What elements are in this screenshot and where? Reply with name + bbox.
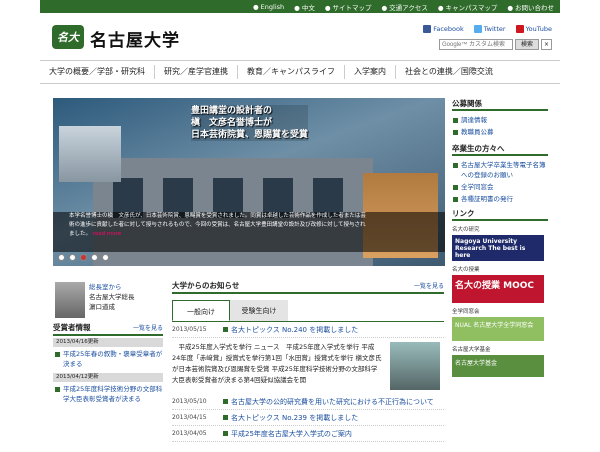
tab-applicants[interactable]: 受験生向け bbox=[230, 300, 288, 321]
news-row: 2013/05/10 名古屋大学の公的研究費を用いた研究における不正行為について bbox=[172, 394, 444, 410]
hero-description: 本学名誉博士の槇 文彦氏が、日本芸術院賞、恩賜賞を受賞されました。同賞は卓越した… bbox=[69, 213, 366, 237]
banner-label: 名大の授業 bbox=[452, 267, 480, 273]
slide-dot[interactable] bbox=[102, 254, 109, 261]
award-item[interactable]: 平成25年春の叙勲・褒章受章者が決まる bbox=[53, 347, 163, 371]
award-date: 2013/04/12更新 bbox=[53, 373, 163, 382]
hero-caption: 豊田講堂の設計者の 槇 文彦名誉博士が 日本芸術院賞、恩賜賞を受賞 bbox=[191, 105, 309, 141]
hero-slideshow[interactable]: 豊田講堂の設計者の 槇 文彦名誉博士が 日本芸術院賞、恩賜賞を受賞 本学名誉博士… bbox=[53, 98, 445, 266]
globe-icon: ● bbox=[294, 3, 300, 12]
news-link[interactable]: 平成25年度名古屋大学入学式のご案内 bbox=[222, 429, 352, 439]
slide-dot-active[interactable] bbox=[80, 254, 87, 261]
site-title[interactable]: 名古屋大学 bbox=[90, 26, 180, 51]
banner-label: 名大の研究 bbox=[452, 227, 480, 233]
twitter-icon bbox=[473, 25, 482, 33]
nav-item-community[interactable]: 社会との連携／国際交流 bbox=[395, 65, 502, 79]
news-link[interactable]: 名大トピックス No.239 を掲載しました bbox=[222, 413, 358, 423]
nav-item-education[interactable]: 教育／キャンパスライフ bbox=[237, 65, 344, 79]
globe-icon: ● bbox=[252, 2, 259, 11]
award-date: 2013/04/16更新 bbox=[53, 338, 163, 347]
president-info: 総長室から 名古屋大学総長 濵口道成 bbox=[89, 282, 135, 312]
sidebar-link[interactable]: 各種証明書の発行 bbox=[452, 194, 548, 204]
tab-general[interactable]: 一般向け bbox=[172, 300, 230, 321]
news-link[interactable]: 名大トピックス No.240 を掲載しました bbox=[222, 325, 358, 335]
sidebar-link[interactable]: 全学同窓会 bbox=[452, 182, 548, 192]
president-office-link[interactable]: 総長室から bbox=[89, 282, 135, 292]
president-role: 名古屋大学総長 bbox=[89, 293, 135, 301]
youtube-icon bbox=[515, 25, 524, 33]
main-nav: 大学の概要／学部・研究科 研究／産学官連携 教育／キャンパスライフ 入学案内 社… bbox=[40, 60, 560, 84]
news-feature: 平成25年度入学式を挙行 ニュース 平成25年度入学式を挙行 平成24年度「赤﨑… bbox=[172, 338, 444, 394]
news-feature-photo[interactable] bbox=[390, 342, 440, 390]
president-name: 濵口道成 bbox=[89, 303, 115, 311]
alumni-banner[interactable]: NUAL 名古屋大学全学同窓会 bbox=[452, 317, 544, 341]
award-info-box: 受賞者情報 一覧を見る 2013/04/16更新 平成25年春の叙勲・褒章受章者が… bbox=[53, 322, 163, 406]
search-input[interactable] bbox=[439, 39, 513, 50]
nav-item-admissions[interactable]: 入学案内 bbox=[344, 65, 395, 79]
utility-link-sitemap[interactable]: ● サイトマップ bbox=[325, 2, 372, 12]
sidebar-link[interactable]: 調達情報 bbox=[452, 115, 548, 125]
twitter-link[interactable]: Twitter bbox=[473, 25, 506, 33]
sidebar-link[interactable]: 教職員公募 bbox=[452, 127, 548, 137]
sidebar-heading: 卒業生の方々へ bbox=[452, 143, 548, 156]
site-header: 名大 名古屋大学 Facebook Twitter YouTube 検索 × bbox=[40, 13, 560, 58]
banner-label: 名古屋大学基金 bbox=[452, 347, 491, 353]
award-item[interactable]: 平成25年度科学技術分野の文部科学大臣表彰受賞者が決まる bbox=[53, 382, 163, 406]
utility-link-access[interactable]: ● 交通アクセス bbox=[381, 2, 427, 12]
slide-dot[interactable] bbox=[58, 254, 65, 261]
news-row: 2013/04/05 平成25年度名古屋大学入学式のご案内 bbox=[172, 426, 444, 442]
social-links: Facebook Twitter YouTube bbox=[423, 25, 552, 33]
news-section: 大学からのお知らせ 一覧を見る 一般向け 受験生向け 2013/05/15 名大トピ… bbox=[172, 280, 444, 442]
sidebar-link[interactable]: 名古屋大学卒業生等電子名簿への登録のお願い bbox=[452, 160, 548, 180]
slide-dot[interactable] bbox=[69, 254, 76, 261]
banner-label: 全学同窓会 bbox=[452, 309, 480, 315]
site-search: 検索 × bbox=[439, 39, 552, 50]
classes-banner[interactable]: 名大の授業 MOOC bbox=[452, 275, 544, 303]
news-tabs: 一般向け 受験生向け bbox=[172, 300, 444, 322]
news-more-link[interactable]: 一覧を見る bbox=[414, 281, 444, 290]
facebook-link[interactable]: Facebook bbox=[423, 25, 464, 33]
research-banner[interactable]: Nagoya University Research The best is h… bbox=[452, 235, 544, 261]
nav-item-research[interactable]: 研究／産学官連携 bbox=[154, 65, 237, 79]
fund-banner[interactable]: 名古屋大学基金 bbox=[452, 355, 544, 377]
news-link[interactable]: 名古屋大学の公的研究費を用いた研究における不正行為について bbox=[222, 397, 434, 407]
map-icon: ● bbox=[381, 3, 388, 12]
hall-interior-image bbox=[59, 126, 121, 182]
slide-indicators bbox=[58, 254, 109, 261]
right-sidebar: 公募関係 調達情報 教職員公募 卒業生の方々へ 名古屋大学卒業生等電子名簿への登… bbox=[452, 98, 548, 381]
search-button[interactable]: 検索 bbox=[515, 39, 539, 50]
utility-link-contact[interactable]: ● お問い合わせ bbox=[507, 2, 554, 12]
sidebar-heading: 公募関係 bbox=[452, 98, 548, 111]
president-box: 総長室から 名古屋大学総長 濵口道成 bbox=[53, 280, 163, 324]
utility-link-chinese[interactable]: ● 中文 bbox=[294, 2, 315, 12]
slide-dot[interactable] bbox=[91, 254, 98, 261]
news-row: 2013/05/15 名大トピックス No.240 を掲載しました bbox=[172, 322, 444, 338]
clear-search-button[interactable]: × bbox=[541, 39, 552, 50]
news-row: 2013/04/15 名大トピックス No.239 を掲載しました bbox=[172, 410, 444, 426]
news-feature-text: 平成25年度入学式を挙行 ニュース 平成25年度入学式を挙行 平成24年度「赤﨑… bbox=[172, 343, 382, 384]
read-more-link[interactable]: read more bbox=[93, 231, 121, 237]
news-header: 大学からのお知らせ 一覧を見る bbox=[172, 280, 444, 294]
youtube-link[interactable]: YouTube bbox=[515, 25, 552, 33]
map-icon: ● bbox=[437, 3, 444, 12]
university-logo[interactable]: 名大 bbox=[52, 25, 84, 49]
utility-bar: ● English ● 中文 ● サイトマップ ● 交通アクセス ● キャンパスマップ ●… bbox=[40, 0, 560, 13]
sidebar-heading: リンク bbox=[452, 208, 548, 221]
award-header: 受賞者情報 一覧を見る bbox=[53, 322, 163, 336]
facebook-icon bbox=[423, 25, 432, 33]
president-photo[interactable] bbox=[55, 282, 85, 318]
award-more-link[interactable]: 一覧を見る bbox=[133, 323, 163, 332]
sitemap-icon: ● bbox=[324, 3, 331, 12]
utility-link-english[interactable]: ● English bbox=[253, 3, 284, 11]
mail-icon: ● bbox=[507, 3, 513, 12]
nav-item-about[interactable]: 大学の概要／学部・研究科 bbox=[40, 65, 154, 79]
utility-link-campus-map[interactable]: ● キャンパスマップ bbox=[438, 2, 497, 12]
